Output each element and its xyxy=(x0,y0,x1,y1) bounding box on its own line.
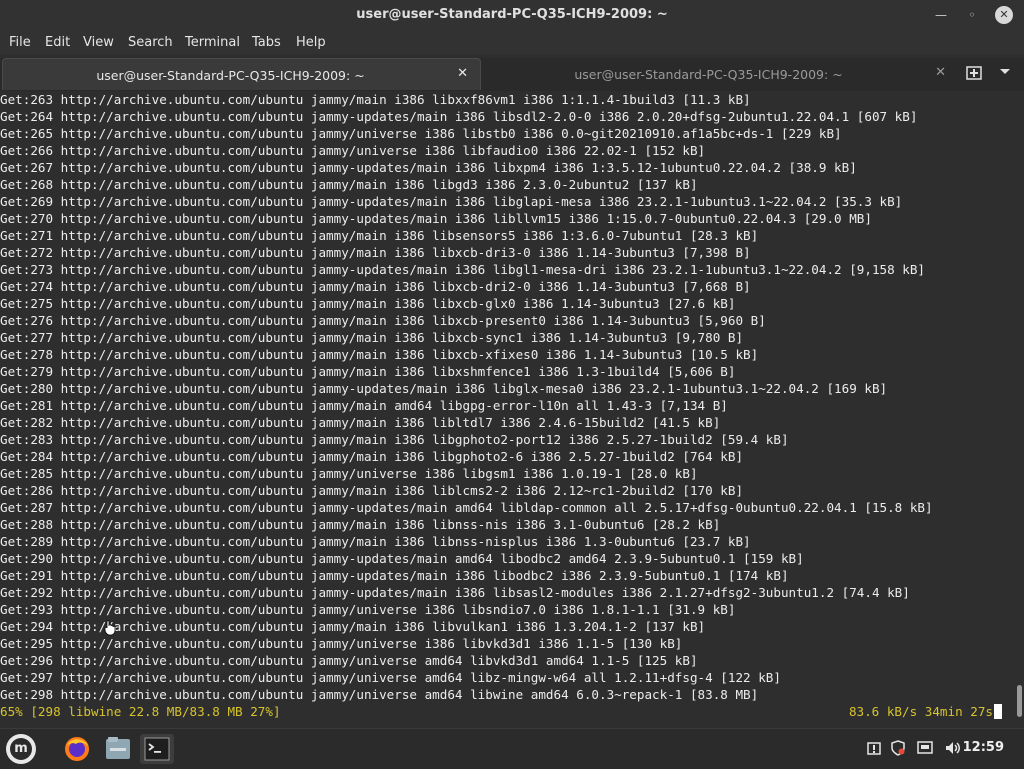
terminal-line: Get:284 http://archive.ubuntu.com/ubuntu… xyxy=(0,449,744,464)
terminal-line: Get:290 http://archive.ubuntu.com/ubuntu… xyxy=(0,551,804,566)
terminal-line: Get:283 http://archive.ubuntu.com/ubuntu… xyxy=(0,432,789,447)
new-tab-icon[interactable] xyxy=(966,66,982,84)
terminal-line: Get:265 http://archive.ubuntu.com/ubuntu… xyxy=(0,126,842,141)
files-icon[interactable] xyxy=(103,734,133,764)
maximize-icon[interactable]: ◦ xyxy=(963,6,981,24)
terminal-output[interactable]: Get:263 http://archive.ubuntu.com/ubuntu… xyxy=(0,91,1012,723)
terminal-line: Get:291 http://archive.ubuntu.com/ubuntu… xyxy=(0,568,789,583)
text-cursor xyxy=(994,704,1002,719)
terminal-line: Get:275 http://archive.ubuntu.com/ubuntu… xyxy=(0,296,736,311)
terminal-line: Get:271 http://archive.ubuntu.com/ubuntu… xyxy=(0,228,759,243)
terminal-line: Get:292 http://archive.ubuntu.com/ubuntu… xyxy=(0,585,910,600)
tab-1[interactable]: user@user-Standard-PC-Q35-ICH9-2009: ~ ✕ xyxy=(2,58,481,90)
menu-help[interactable]: Help xyxy=(296,35,326,50)
terminal-window: user@user-Standard-PC-Q35-ICH9-2009: ~ —… xyxy=(0,0,1024,728)
terminal-text: Get:263 http://archive.ubuntu.com/ubuntu… xyxy=(0,91,1012,720)
mint-menu-icon[interactable]: m xyxy=(6,734,36,764)
tab-1-label: user@user-Standard-PC-Q35-ICH9-2009: ~ xyxy=(96,68,365,83)
terminal-line: Get:281 http://archive.ubuntu.com/ubuntu… xyxy=(0,398,728,413)
apt-progress-status: 65% [298 libwine 22.8 MB/83.8 MB 27%] 83.… xyxy=(0,703,1012,720)
volume-icon[interactable] xyxy=(944,740,962,760)
terminal-line: Get:264 http://archive.ubuntu.com/ubuntu… xyxy=(0,109,918,124)
terminal-line: Get:270 http://archive.ubuntu.com/ubuntu… xyxy=(0,211,872,226)
tab-2-label: user@user-Standard-PC-Q35-ICH9-2009: ~ xyxy=(574,67,843,82)
terminal-line: Get:269 http://archive.ubuntu.com/ubuntu… xyxy=(0,194,903,209)
terminal-line: Get:289 http://archive.ubuntu.com/ubuntu… xyxy=(0,534,751,549)
terminal-line: Get:293 http://archive.ubuntu.com/ubuntu… xyxy=(0,602,736,617)
terminal-line: Get:282 http://archive.ubuntu.com/ubuntu… xyxy=(0,415,721,430)
download-rate: 83.6 kB/s 34min 27s xyxy=(849,703,1002,720)
menu-search[interactable]: Search xyxy=(128,35,173,50)
terminal-line: Get:297 http://archive.ubuntu.com/ubuntu… xyxy=(0,670,781,685)
terminal-line: Get:287 http://archive.ubuntu.com/ubuntu… xyxy=(0,500,933,515)
terminal-line: Get:279 http://archive.ubuntu.com/ubuntu… xyxy=(0,364,736,379)
terminal-line: Get:266 http://archive.ubuntu.com/ubuntu… xyxy=(0,143,706,158)
terminal-line: Get:273 http://archive.ubuntu.com/ubuntu… xyxy=(0,262,926,277)
scrollbar[interactable] xyxy=(1017,685,1022,717)
download-rate-text: 83.6 kB/s 34min 27s xyxy=(848,704,993,719)
firefox-icon[interactable] xyxy=(62,734,92,764)
terminal-line: Get:295 http://archive.ubuntu.com/ubuntu… xyxy=(0,636,683,651)
menu-tabs[interactable]: Tabs xyxy=(252,35,281,50)
terminal-line: Get:274 http://archive.ubuntu.com/ubuntu… xyxy=(0,279,751,294)
progress-summary: 65% [298 libwine 22.8 MB/83.8 MB 27%] xyxy=(0,704,281,719)
mouse-pointer-icon xyxy=(104,620,116,636)
network-icon[interactable] xyxy=(917,740,933,760)
terminal-line: Get:267 http://archive.ubuntu.com/ubuntu… xyxy=(0,160,857,175)
tab-2-close-icon[interactable]: ✕ xyxy=(935,65,946,80)
terminal-line: Get:288 http://archive.ubuntu.com/ubuntu… xyxy=(0,517,721,532)
taskbar: m 12:59 xyxy=(0,728,1024,769)
tab-1-close-icon[interactable]: ✕ xyxy=(457,66,468,81)
terminal-line: Get:286 http://archive.ubuntu.com/ubuntu… xyxy=(0,483,744,498)
terminal-line: Get:296 http://archive.ubuntu.com/ubuntu… xyxy=(0,653,698,668)
menu-bar: File Edit View Search Terminal Tabs Help xyxy=(0,30,1024,54)
terminal-line: Get:285 http://archive.ubuntu.com/ubuntu… xyxy=(0,466,698,481)
tab-list-chevron-down-icon[interactable] xyxy=(999,66,1011,82)
terminal-line: Get:278 http://archive.ubuntu.com/ubuntu… xyxy=(0,347,759,362)
window-title: user@user-Standard-PC-Q35-ICH9-2009: ~ xyxy=(356,7,668,22)
terminal-line: Get:272 http://archive.ubuntu.com/ubuntu… xyxy=(0,245,751,260)
menu-edit[interactable]: Edit xyxy=(45,35,70,50)
close-icon[interactable]: ✕ xyxy=(995,6,1013,24)
minimize-icon[interactable]: — xyxy=(932,6,950,24)
menu-view[interactable]: View xyxy=(83,35,114,50)
tab-2[interactable]: user@user-Standard-PC-Q35-ICH9-2009: ~ ✕ xyxy=(481,58,958,89)
terminal-icon[interactable] xyxy=(140,734,174,764)
terminal-line: Get:263 http://archive.ubuntu.com/ubuntu… xyxy=(0,92,751,107)
terminal-line: Get:276 http://archive.ubuntu.com/ubuntu… xyxy=(0,313,766,328)
update-manager-icon[interactable] xyxy=(866,740,882,760)
clock[interactable]: 12:59 xyxy=(963,740,1004,755)
terminal-line: Get:294 http://archive.ubuntu.com/ubuntu… xyxy=(0,619,706,634)
terminal-line: Get:280 http://archive.ubuntu.com/ubuntu… xyxy=(0,381,888,396)
terminal-line: Get:277 http://archive.ubuntu.com/ubuntu… xyxy=(0,330,744,345)
tab-bar: user@user-Standard-PC-Q35-ICH9-2009: ~ ✕… xyxy=(0,58,1024,91)
shield-icon[interactable] xyxy=(890,740,906,760)
menu-terminal[interactable]: Terminal xyxy=(185,35,240,50)
terminal-line: Get:298 http://archive.ubuntu.com/ubuntu… xyxy=(0,687,759,702)
title-bar[interactable]: user@user-Standard-PC-Q35-ICH9-2009: ~ —… xyxy=(0,0,1024,30)
terminal-line: Get:268 http://archive.ubuntu.com/ubuntu… xyxy=(0,177,698,192)
menu-file[interactable]: File xyxy=(9,35,31,50)
